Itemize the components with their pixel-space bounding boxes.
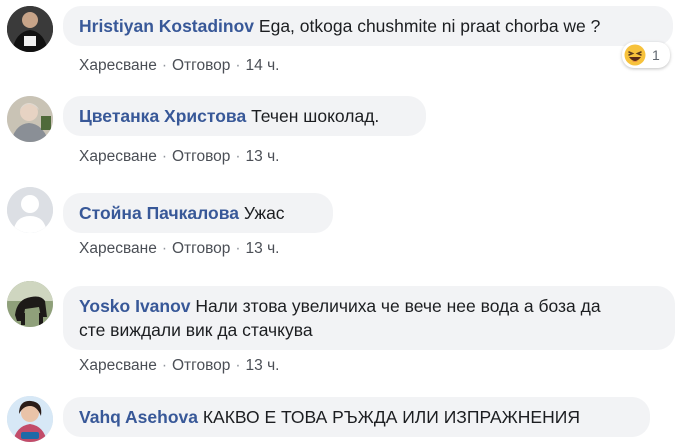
comment-item: Hristiyan Kostadinov Ega, otkoga chushmi… [0,0,698,90]
reply-link[interactable]: Отговор [172,357,230,374]
avatar[interactable] [7,96,53,142]
comment-text-line-2: сте виждали вик да стачкува [79,320,313,340]
comment-bubble: Цветанка Христова Течен шоколад. [63,96,426,136]
like-link[interactable]: Харесване [79,148,157,165]
comment-item: Цветанка Христова Течен шоколад. Харесва… [0,90,698,180]
comment-item: Yosko Ivanov Нали зтова увеличиха че веч… [0,264,698,384]
comment-text: Течен шоколад. [251,106,380,126]
reply-link[interactable]: Отговор [172,240,230,257]
comment-timestamp[interactable]: 13 ч. [246,240,280,257]
reply-link[interactable]: Отговор [172,148,230,165]
comment-bubble: Hristiyan Kostadinov Ega, otkoga chushmi… [63,6,673,46]
laughing-emoji-icon [624,44,646,66]
comment-actions: Харесване · Отговор · 13 ч. [79,357,280,374]
comment-actions: Харесване · Отговор · 13 ч. [79,148,280,165]
comment-timestamp[interactable]: 13 ч. [246,148,280,165]
comment-author[interactable]: Vahq Asehova [79,407,198,427]
comment-actions: Харесване · Отговор · 13 ч. [79,240,280,257]
reaction-count: 1 [652,47,660,63]
comment-author[interactable]: Yosko Ivanov [79,296,191,316]
like-link[interactable]: Харесване [79,57,157,74]
avatar[interactable] [7,187,53,233]
comment-bubble: Vahq Asehova КАКВО Е ТОВА РЪЖДА ИЛИ ИЗПР… [63,397,650,437]
comment-bubble: Стойна Пачкалова Ужас [63,193,333,233]
reply-link[interactable]: Отговор [172,57,230,74]
like-link[interactable]: Харесване [79,357,157,374]
like-link[interactable]: Харесване [79,240,157,257]
comment-timestamp[interactable]: 14 ч. [246,57,280,74]
comment-timestamp[interactable]: 13 ч. [246,357,280,374]
comment-text: Ega, otkoga chushmite ni praat chorba we… [258,16,601,36]
comment-item: Vahq Asehova КАКВО Е ТОВА РЪЖДА ИЛИ ИЗПР… [0,384,698,448]
comment-actions: Харесване · Отговор · 14 ч. [79,57,280,74]
comment-text: КАКВО Е ТОВА РЪЖДА ИЛИ ИЗПРАЖНЕНИЯ [202,407,580,427]
comment-author[interactable]: Стойна Пачкалова [79,203,239,223]
reaction-summary[interactable]: 1 [622,42,670,68]
comment-bubble: Yosko Ivanov Нали зтова увеличиха че веч… [63,286,675,350]
comment-text: Ужас [243,203,285,223]
default-avatar-icon [7,187,53,233]
comment-author[interactable]: Hristiyan Kostadinov [79,16,254,36]
avatar[interactable] [7,281,53,327]
comment-item: Стойна Пачкалова Ужас Харесване · Отговор ·… [0,180,698,264]
avatar[interactable] [7,6,53,52]
avatar[interactable] [7,396,53,442]
comment-text-line-1: Нали зтова увеличиха че вече нее вода а … [195,296,601,316]
comment-author[interactable]: Цветанка Христова [79,106,246,126]
